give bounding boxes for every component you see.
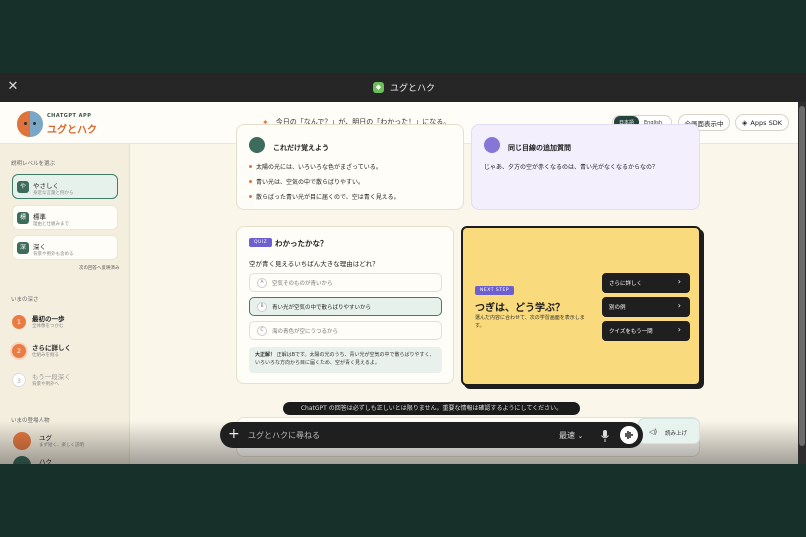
level-option-deep[interactable]: 深 深く 背景や例外も含める xyxy=(12,235,118,260)
followup-question: じゃあ、夕方の空が赤くなるのは、青い光がなくなるからなの？ xyxy=(484,164,659,171)
quiz-question: 空が青く見えるいちばん大きな理由はどれ？ xyxy=(249,260,379,268)
chat-app-titlebar: ✕ ◆ ユグとハク xyxy=(0,73,806,102)
scrollbar[interactable] xyxy=(798,102,806,464)
step-desc: 仕組みを掘る xyxy=(32,353,59,358)
level-desc: 背景や例外も含める xyxy=(33,252,74,257)
quiz-option-a[interactable]: A 空気そのものが青いから xyxy=(249,273,442,292)
option-key: C xyxy=(257,326,267,336)
step-desc: 全体像をつかむ xyxy=(32,324,64,329)
summary-title: これだけ覚えよう xyxy=(273,144,329,152)
level-title: 深く xyxy=(33,243,46,251)
next-note: 次の回答へ反映済み xyxy=(79,266,120,271)
next-step-card: NEXT STEP つぎは、どう学ぶ？ 選んだ内容に合わせて、次の学習画面を表示… xyxy=(461,226,701,386)
summary-point: 青い光は、空気の中で散らばりやすい。 xyxy=(249,177,364,186)
window-title: ユグとハク xyxy=(390,84,436,94)
option-text: 海の青色が空にうつるから xyxy=(272,329,339,335)
composer: + ユグとハクに尋ねる 最速 ⌄ xyxy=(220,422,643,448)
app-icon: ◆ xyxy=(373,82,384,93)
level-desc: 理由と仕組みまで xyxy=(33,222,69,227)
level-title: 標準 xyxy=(33,213,46,221)
quiz-answer: 大正解！ 正解はBです。太陽の光のうち、青い光が空気の中で散らばりやすく、いろい… xyxy=(249,347,442,373)
level-icon: 深 xyxy=(17,242,29,254)
sidebar: 説明レベルを選ぶ や やさしく 身近な言葉と例から 標 標準 理由と仕組みまで … xyxy=(0,144,130,464)
voice-mode-icon[interactable] xyxy=(620,426,638,444)
next-step-title: つぎは、どう学ぶ？ xyxy=(475,303,565,314)
sdk-icon: ◈ xyxy=(742,118,748,127)
summary-point: 太陽の光には、いろいろな色がまざっている。 xyxy=(249,162,382,171)
summary-point: 散らばった青い光が目に届くので、空は青く見える。 xyxy=(249,192,400,201)
step-title: さらに詳しく xyxy=(32,344,71,352)
level-icon: 標 xyxy=(17,212,29,224)
more-detail-button[interactable]: さらに詳しく › xyxy=(602,273,690,293)
level-icon: や xyxy=(17,181,29,193)
level-section-label: 説明レベルを選ぶ xyxy=(11,161,56,167)
quiz-option-b[interactable]: B 青い光が空気の中で散らばりやすいから xyxy=(249,297,442,316)
step-number: 1 xyxy=(12,315,26,329)
plus-icon[interactable]: + xyxy=(228,426,240,443)
scrollbar-thumb[interactable] xyxy=(799,106,805,446)
level-option-standard[interactable]: 標 標準 理由と仕組みまで xyxy=(12,205,118,230)
answer-text: 正解はBです。太陽の光のうち、青い光が空気の中で散らばりやすく、いろいろな方向か… xyxy=(255,352,435,366)
summary-icon xyxy=(249,137,265,153)
chevron-down-icon: ⌄ xyxy=(577,432,584,440)
speaker-icon: ◁) xyxy=(649,428,658,436)
question-icon xyxy=(484,137,500,153)
apps-sdk-button[interactable]: ◈ Apps SDK xyxy=(735,114,789,131)
option-text: 空気そのものが青いから xyxy=(272,281,333,287)
followup-card[interactable]: 同じ目線の追加質問 じゃあ、夕方の空が赤くなるのは、青い光がなくなるからなの？ xyxy=(471,124,700,210)
step-number: 2 xyxy=(12,344,26,358)
microphone-icon[interactable] xyxy=(600,428,610,442)
level-title: やさしく xyxy=(33,182,59,190)
depth-step-1[interactable]: 1 最初の一歩 全体像をつかむ xyxy=(12,313,122,335)
button-label: 別の例 xyxy=(609,305,626,311)
depth-section-label: いまの深さ xyxy=(11,297,39,303)
chevron-right-icon: › xyxy=(677,301,681,310)
option-text: 青い光が空気の中で散らばりやすいから xyxy=(272,305,372,311)
option-key: B xyxy=(257,302,267,312)
step-title: 最初の一歩 xyxy=(32,315,65,323)
step-desc: 背景や例外へ xyxy=(32,382,59,387)
read-aloud-button[interactable]: ◁) 読み上げ xyxy=(638,418,700,444)
depth-step-2[interactable]: 2 さらに詳しく 仕組みを掘る xyxy=(12,342,122,364)
summary-card: これだけ覚えよう 太陽の光には、いろいろな色がまざっている。 青い光は、空気の中… xyxy=(236,124,464,210)
disclaimer: ChatGPT の回答は必ずしも正しいとは限りません。重要な情報は確認するように… xyxy=(283,402,580,415)
another-quiz-button[interactable]: クイズをもう一問 › xyxy=(602,321,690,341)
quiz-option-c[interactable]: C 海の青色が空にうつるから xyxy=(249,321,442,340)
answer-label: 大正解！ xyxy=(255,352,276,358)
option-key: A xyxy=(257,278,267,288)
quiz-title: わかったかな？ xyxy=(275,239,328,248)
brand-name: ユグとハク xyxy=(47,125,97,136)
level-option-easy[interactable]: や やさしく 身近な言葉と例から xyxy=(12,174,118,199)
button-label: さらに詳しく xyxy=(609,281,643,287)
chevron-right-icon: › xyxy=(677,277,681,286)
model-label: 最速 xyxy=(559,431,575,440)
brand-small: CHATGPT APP xyxy=(47,113,92,119)
read-aloud-label: 読み上げ xyxy=(665,431,688,437)
window-title-group: ◆ ユグとハク xyxy=(373,80,435,95)
model-selector[interactable]: 最速 ⌄ xyxy=(559,430,583,441)
composer-input[interactable]: ユグとハクに尋ねる xyxy=(248,430,320,441)
followup-title: 同じ目線の追加質問 xyxy=(508,144,571,152)
chevron-right-icon: › xyxy=(677,325,681,334)
logo-icon xyxy=(17,111,43,137)
level-desc: 身近な言葉と例から xyxy=(33,191,74,196)
quiz-tag: QUIZ xyxy=(249,238,273,247)
another-example-button[interactable]: 別の例 › xyxy=(602,297,690,317)
button-label: クイズをもう一問 xyxy=(609,329,653,335)
step-number: 3 xyxy=(12,373,26,387)
sdk-label: Apps SDK xyxy=(750,118,782,127)
quiz-card: QUIZ わかったかな？ 空が青く見えるいちばん大きな理由はどれ？ A 空気その… xyxy=(236,226,454,384)
next-step-tag: NEXT STEP xyxy=(475,286,515,295)
close-icon[interactable]: ✕ xyxy=(6,79,20,95)
next-step-desc: 選んだ内容に合わせて、次の学習画面を表示します。 xyxy=(475,315,585,329)
step-title: もう一段深く xyxy=(32,373,71,381)
depth-step-3[interactable]: 3 もう一段深く 背景や例外へ xyxy=(12,371,122,393)
